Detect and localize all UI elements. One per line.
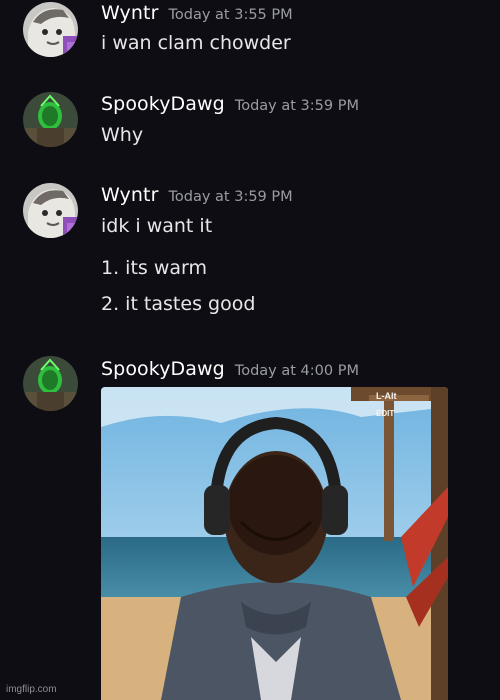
spookydawg-avatar-icon[interactable] (23, 356, 78, 411)
message-header: Wyntr Today at 3:55 PM (101, 2, 293, 24)
message-text: idk i want it (101, 215, 213, 237)
message-text: 1. its warm (101, 257, 208, 279)
timestamp: Today at 3:55 PM (168, 7, 293, 23)
username[interactable]: SpookyDawg (101, 93, 225, 115)
chat-window: Wyntr Today at 3:55 PM i wan clam chowder… (0, 0, 500, 700)
message-text: 2. it tastes good (101, 293, 256, 315)
timestamp: Today at 4:00 PM (234, 363, 359, 379)
message-text: Why (101, 124, 144, 146)
message-header: Wyntr Today at 3:59 PM (101, 184, 293, 206)
username[interactable]: Wyntr (101, 2, 159, 24)
image-attachment[interactable]: L-Alt EDIT (101, 387, 448, 700)
timestamp: Today at 3:59 PM (168, 189, 293, 205)
username[interactable]: Wyntr (101, 184, 159, 206)
wyntr-avatar-icon[interactable] (23, 2, 78, 57)
overlay-text: L-Alt (376, 391, 397, 401)
message-text: i wan clam chowder (101, 32, 291, 54)
timestamp: Today at 3:59 PM (234, 98, 359, 114)
message-header: SpookyDawg Today at 4:00 PM (101, 358, 359, 380)
username[interactable]: SpookyDawg (101, 358, 225, 380)
message-header: SpookyDawg Today at 3:59 PM (101, 93, 359, 115)
wyntr-avatar-icon[interactable] (23, 183, 78, 238)
spookydawg-avatar-icon[interactable] (23, 92, 78, 147)
overlay-text: EDIT (376, 409, 395, 418)
imgflip-watermark: imgflip.com (6, 684, 57, 695)
